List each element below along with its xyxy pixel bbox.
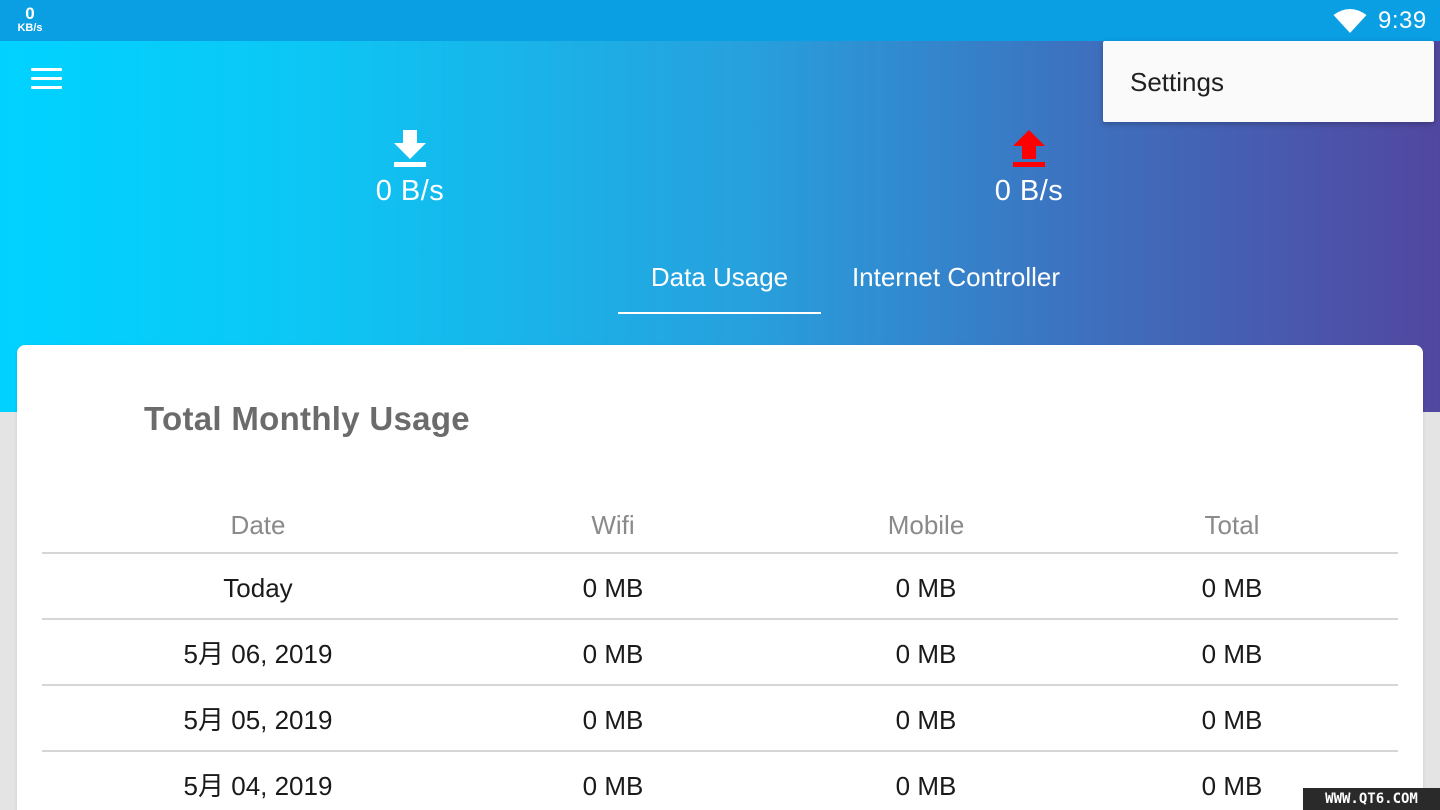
table-row: 5月 05, 2019 0 MB 0 MB 0 MB <box>42 686 1398 752</box>
menu-icon[interactable] <box>28 65 66 95</box>
network-speed-unit: KB/s <box>17 22 43 34</box>
column-header-date: Date <box>230 510 286 540</box>
watermark: WWW.QT6.COM <box>1303 788 1440 810</box>
table-row: 5月 04, 2019 0 MB 0 MB 0 MB <box>42 752 1398 810</box>
column-header-mobile: Mobile <box>887 510 965 540</box>
clock: 9:39 <box>1378 7 1427 34</box>
upload-arrow-icon <box>1013 130 1045 167</box>
row-mobile: 0 MB <box>895 573 957 603</box>
download-speed: 0 B/s <box>330 130 490 208</box>
wifi-icon <box>1333 9 1367 33</box>
upload-speed-value: 0 B/s <box>994 175 1064 207</box>
row-wifi: 0 MB <box>582 639 644 669</box>
overflow-menu: Settings <box>1103 41 1434 122</box>
row-date: 5月 06, 2019 <box>183 639 333 669</box>
tab-internet-controller[interactable]: Internet Controller <box>832 255 1080 314</box>
monthly-usage-card: Total Monthly Usage Date Wifi Mobile Tot… <box>17 345 1423 810</box>
download-arrow-icon <box>394 130 426 167</box>
network-speed-value: 0 <box>25 4 35 23</box>
upload-speed: 0 B/s <box>949 130 1109 208</box>
row-total: 0 MB <box>1201 573 1263 603</box>
row-date: Today <box>223 573 293 603</box>
row-mobile: 0 MB <box>895 771 957 801</box>
column-header-wifi: Wifi <box>591 510 635 540</box>
download-speed-value: 0 B/s <box>375 175 445 207</box>
row-mobile: 0 MB <box>895 705 957 735</box>
table-header-row: Date Wifi Mobile Total <box>42 490 1398 554</box>
table-row: 5月 06, 2019 0 MB 0 MB 0 MB <box>42 620 1398 686</box>
card-title: Total Monthly Usage <box>144 400 470 437</box>
row-wifi: 0 MB <box>582 573 644 603</box>
row-mobile: 0 MB <box>895 639 957 669</box>
row-total: 0 MB <box>1201 771 1263 801</box>
row-date: 5月 05, 2019 <box>183 705 333 735</box>
row-total: 0 MB <box>1201 639 1263 669</box>
row-date: 5月 04, 2019 <box>183 771 333 801</box>
network-speed-indicator: 0 KB/s <box>14 5 46 34</box>
row-wifi: 0 MB <box>582 771 644 801</box>
tab-data-usage[interactable]: Data Usage <box>618 255 821 314</box>
column-header-total: Total <box>1204 510 1260 540</box>
menu-item-settings[interactable]: Settings <box>1130 67 1224 98</box>
usage-table: Date Wifi Mobile Total Today 0 MB 0 MB 0… <box>42 490 1398 810</box>
table-row: Today 0 MB 0 MB 0 MB <box>42 554 1398 620</box>
row-wifi: 0 MB <box>582 705 644 735</box>
status-bar: 0 KB/s 9:39 <box>0 0 1440 41</box>
row-total: 0 MB <box>1201 705 1263 735</box>
